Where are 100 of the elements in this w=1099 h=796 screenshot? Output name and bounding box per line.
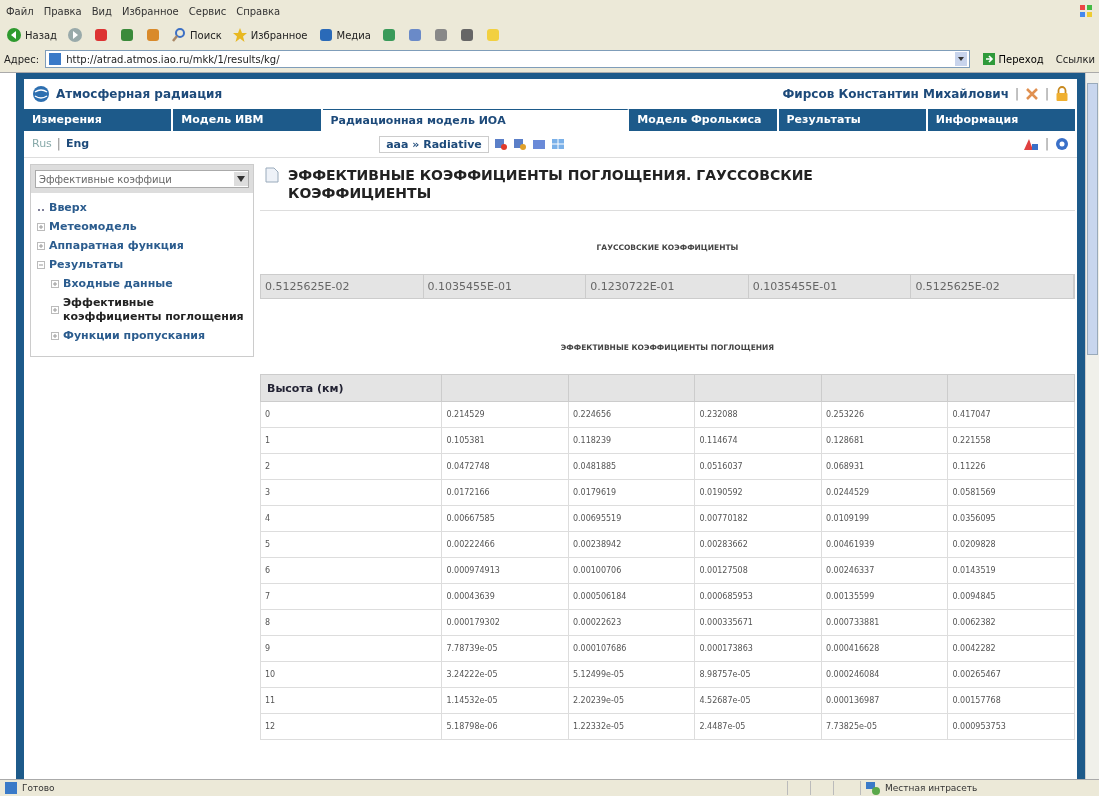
table-cell: 7 (260, 583, 442, 610)
table-cell: 5.18798e-06 (441, 713, 569, 740)
table-cell: 0.0042282 (947, 635, 1075, 662)
table-cell: 0.0179619 (568, 479, 695, 506)
table-cell: 0.1035455E-01 (423, 275, 587, 298)
go-arrow-icon (981, 52, 996, 66)
menu-item[interactable]: Сервис (188, 5, 227, 17)
links-button[interactable]: Ссылки (1055, 53, 1095, 65)
separator: | (1044, 137, 1049, 151)
table-cell: 2.4487e-05 (694, 713, 822, 740)
table-cell: 0.1035455E-01 (748, 275, 912, 298)
language-link[interactable]: Eng (65, 137, 90, 151)
nav-tab[interactable]: Измерения (24, 109, 174, 131)
address-field[interactable]: http://atrad.atmos.iao.ru/mkk/1/results/kg/ (45, 50, 970, 68)
tree-item[interactable]: Аппаратная функция (49, 239, 184, 253)
table-cell: 4 (260, 505, 442, 532)
expand-icon[interactable] (37, 242, 45, 250)
tree-item[interactable]: Входные данные (63, 277, 173, 291)
table-cell: 9 (260, 635, 442, 662)
table-cell: 0.214529 (441, 401, 569, 428)
search-button[interactable]: Поиск (169, 26, 224, 44)
table-cell: 2 (260, 453, 442, 480)
user-name[interactable]: Фирсов Константин Михайлович (782, 87, 1009, 101)
table-cell: 12 (260, 713, 442, 740)
back-button[interactable]: Назад (4, 26, 59, 44)
media-button[interactable]: Медиа (315, 26, 373, 44)
tree-item[interactable]: Метеомодель (49, 220, 137, 234)
table-cell: 0.000733881 (821, 609, 948, 636)
expand-icon[interactable] (51, 306, 59, 314)
table-cell: 0.105381 (441, 427, 569, 454)
shapes-icon[interactable] (1022, 137, 1039, 151)
separator: | (56, 137, 61, 151)
table-cell: 4.52687e-05 (694, 687, 822, 714)
table-cell: 0.00461939 (821, 531, 948, 558)
expand-icon[interactable] (51, 332, 59, 340)
table-cell: 0.5125625E-02 (911, 275, 1074, 298)
table-cell: 11 (260, 687, 442, 714)
table-cell: 0.00283662 (694, 531, 822, 558)
tree-item[interactable]: Функции пропускания (63, 329, 206, 343)
menu-item[interactable]: Справка (236, 5, 281, 17)
table-cell: 0.0209828 (947, 531, 1075, 558)
table-cell: 3.24222e-05 (441, 661, 569, 688)
tree-item[interactable]: Эффективные коэффициенты поглощения (63, 296, 249, 324)
table-cell: 0.00695519 (568, 505, 695, 532)
lock-icon[interactable] (1055, 86, 1069, 102)
table-cell: 0.000246084 (821, 661, 948, 688)
breadcrumb[interactable]: aaa » Radiative (379, 135, 489, 153)
page-title: ЭФФЕКТИВНЫЕ КОЭФФИЦИЕНТЫ ПОГЛОЩЕНИЯ. ГАУССОВСКИЕ КОЭФФИЦИЕНТЫ (288, 166, 814, 202)
table-cell: 0.00127508 (694, 557, 822, 584)
expand-icon[interactable] (51, 280, 59, 288)
status-text: Готово (22, 783, 55, 793)
table-cell: 0.118239 (568, 427, 695, 454)
table-cell: 0.00022623 (568, 609, 695, 636)
scrollbar[interactable] (1085, 73, 1099, 779)
menu-item[interactable]: Правка (43, 5, 82, 17)
table-cell: 0.11226 (947, 453, 1075, 480)
table-cell: 7.78739e-05 (441, 635, 569, 662)
table-cell: 0.128681 (821, 427, 948, 454)
nav-tab[interactable]: Информация (927, 109, 1077, 131)
table-cell: 0.0356095 (947, 505, 1075, 532)
column-header: Высота (км) (260, 374, 442, 402)
menu-item[interactable]: Избранное (122, 5, 179, 17)
menu-item[interactable]: Вид (91, 5, 112, 17)
table-cell: 1 (260, 427, 442, 454)
table-cell: 0.00100706 (568, 557, 695, 584)
window-logo-icon (1079, 4, 1093, 18)
table-cell: 0.000335671 (694, 609, 822, 636)
search-icon (171, 27, 187, 43)
table-cell: 5.12499e-05 (568, 661, 695, 688)
table-cell: 0.417047 (947, 401, 1075, 428)
table-cell: 0.00265467 (947, 661, 1075, 688)
table-cell: 0.0581569 (947, 479, 1075, 506)
table-cell: 0.000107686 (568, 635, 695, 662)
table-cell: 3 (260, 479, 442, 506)
menu-item[interactable]: Файл (6, 5, 34, 17)
nav-tab[interactable]: Модель Фролькиса (629, 109, 779, 131)
nav-tab[interactable]: Результаты (778, 109, 928, 131)
table-cell: 0.00238942 (568, 531, 695, 558)
go-button[interactable]: Переход (975, 51, 1050, 67)
table-cell: 0.000974913 (441, 557, 569, 584)
table-cell: 0.0472748 (441, 453, 569, 480)
table-cell: 0.0094845 (947, 583, 1075, 610)
table-cell: 1.22332e-05 (568, 713, 695, 740)
grid-icon[interactable] (550, 137, 565, 151)
table-cell: 0.232088 (694, 401, 822, 428)
table-cell: 0.000506184 (568, 583, 695, 610)
tree-item[interactable]: Вверх (49, 201, 87, 215)
section-dropdown[interactable]: Эффективные коэффици (35, 170, 249, 188)
nav-tab[interactable]: Радиационная модель ИОА (322, 109, 630, 131)
collapse-icon[interactable] (37, 261, 45, 269)
address-label: Адрес: (4, 53, 40, 65)
table-cell: 0.000953753 (947, 713, 1075, 740)
table-cell: 0.0516037 (694, 453, 822, 480)
site-title[interactable]: Атмосферная радиация (56, 87, 223, 101)
tree-item[interactable]: Результаты (49, 258, 124, 272)
forward-icon[interactable] (65, 26, 85, 44)
favorites-button[interactable]: Избранное (229, 26, 310, 44)
expand-icon[interactable] (37, 223, 45, 231)
table-cell: 0.0244529 (821, 479, 948, 506)
table-cell: 0.0172166 (441, 479, 569, 506)
